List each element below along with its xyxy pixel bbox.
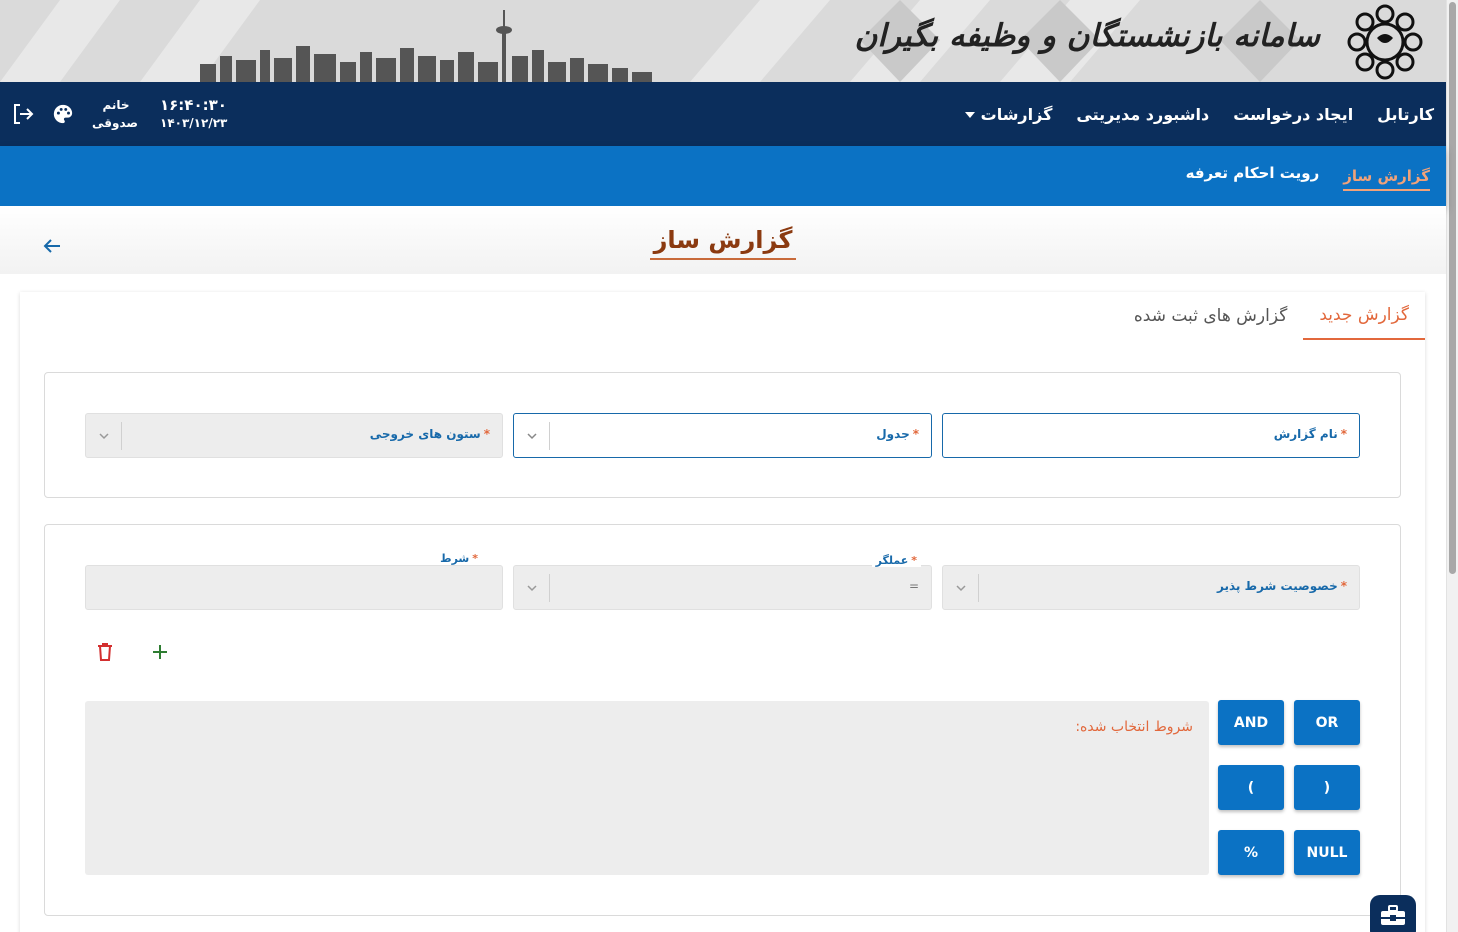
toolbox-button[interactable] [1370,895,1416,932]
chevron-down-icon[interactable] [514,422,550,450]
subnav-items: گزارش ساز رویت احکام تعرفه [1186,146,1430,206]
required-mark: * [911,554,917,567]
nav-item-cartable[interactable]: کارتابل [1377,105,1434,124]
condition-attribute-select[interactable]: *خصوصیت شرط پذیر [942,565,1360,610]
condition-attribute-label: *خصوصیت شرط پذیر [1217,579,1347,593]
add-condition-icon[interactable] [149,641,171,663]
tab-saved-reports[interactable]: گزارش های ثبت شده [1118,292,1303,340]
null-button[interactable]: NULL [1294,830,1360,875]
clock: ۱۶:۴۰:۳۰ ۱۴۰۳/۱۲/۲۳ [160,96,227,132]
operator-label-text: عملگر [875,554,909,567]
chevron-down-icon[interactable] [514,574,550,602]
selected-conditions-heading: شروط انتخاب شده: [1075,719,1193,735]
clock-time: ۱۶:۴۰:۳۰ [160,96,227,114]
operator-value: = [908,579,919,593]
tab-new-report[interactable]: گزارش جدید [1303,292,1425,340]
condition-value-input[interactable]: *شرط [85,552,503,610]
selected-conditions-area: شروط انتخاب شده: [85,701,1209,875]
chevron-down-icon[interactable] [943,574,979,602]
conditions-section: *خصوصیت شرط پذیر *عملگر = *شرط شروط انتخ… [44,524,1401,916]
close-paren-button[interactable]: ) [1218,765,1284,810]
report-name-field[interactable]: *نام گزارش [942,413,1360,458]
arrow-left-icon[interactable] [40,234,64,258]
table-select[interactable]: *جدول [513,413,932,458]
tabs: گزارش جدید گزارش های ثبت شده [1118,292,1425,340]
header-banner: سامانه بازنشستگان و وظیفه بگیران [0,0,1446,82]
condition-label-text: شرط [440,552,470,565]
nav-user-area: خانم صدوقی ۱۶:۴۰:۳۰ ۱۴۰۳/۱۲/۲۳ [10,82,227,146]
nav-item-reports-label: گزارشات [980,104,1053,124]
report-definition-section: *نام گزارش *جدول *ستون های خروجی [44,372,1401,498]
page-scrollbar[interactable] [1446,0,1458,932]
toolbox-icon [1381,905,1405,925]
nav-item-dashboard[interactable]: داشبورد مدیریتی [1076,105,1209,124]
output-columns-label-text: ستون های خروجی [369,427,481,441]
operator-select[interactable]: *عملگر = [513,554,932,610]
required-mark: * [483,427,490,441]
and-button[interactable]: AND [1218,700,1284,745]
scrollbar-thumb[interactable] [1449,2,1456,574]
system-title: سامانه بازنشستگان و وظیفه بگیران [854,18,1321,54]
main-navbar: کارتابل ایجاد درخواست داشبورد مدیریتی گز… [0,82,1446,146]
condition-label: *شرط [436,552,482,565]
trash-icon[interactable] [94,641,116,663]
table-label-text: جدول [876,427,910,441]
condition-attribute-label-text: خصوصیت شرط پذیر [1217,579,1338,593]
report-name-label-text: نام گزارش [1273,427,1338,441]
user-title: خانم [102,98,130,112]
user-name: خانم صدوقی [92,96,138,132]
palette-icon[interactable] [50,101,76,127]
city-skyline-icon [200,10,652,82]
output-columns-select[interactable]: *ستون های خروجی [85,413,503,458]
caret-down-icon [964,112,975,118]
subnav-item-tariff-rulings[interactable]: رویت احکام تعرفه [1186,164,1320,188]
user-surname: صدوقی [92,116,138,130]
report-name-label: *نام گزارش [1274,427,1347,441]
required-mark: * [1340,579,1347,593]
operator-label: *عملگر [871,554,921,567]
nav-item-create-request[interactable]: ایجاد درخواست [1233,105,1353,124]
page-title: گزارش ساز [650,226,796,260]
required-mark: * [472,552,478,565]
sub-navbar: گزارش ساز رویت احکام تعرفه [0,146,1446,206]
open-paren-button[interactable]: ( [1294,765,1360,810]
required-mark: * [912,427,919,441]
logout-icon[interactable] [10,101,36,127]
required-mark: * [1340,427,1347,441]
nav-item-reports[interactable]: گزارشات [964,104,1053,124]
chevron-down-icon[interactable] [86,422,122,450]
clock-date: ۱۴۰۳/۱۲/۲۳ [160,116,228,130]
table-label: *جدول [876,427,919,441]
page-header: گزارش ساز [0,206,1446,274]
report-builder-card: گزارش جدید گزارش های ثبت شده *نام گزارش … [20,292,1425,932]
tehran-municipality-logo-icon [1347,4,1423,80]
percent-button[interactable]: % [1218,830,1284,875]
or-button[interactable]: OR [1294,700,1360,745]
subnav-item-report-builder[interactable]: گزارش ساز [1343,167,1430,191]
nav-menu: کارتابل ایجاد درخواست داشبورد مدیریتی گز… [964,82,1434,146]
output-columns-label: *ستون های خروجی [370,427,490,441]
